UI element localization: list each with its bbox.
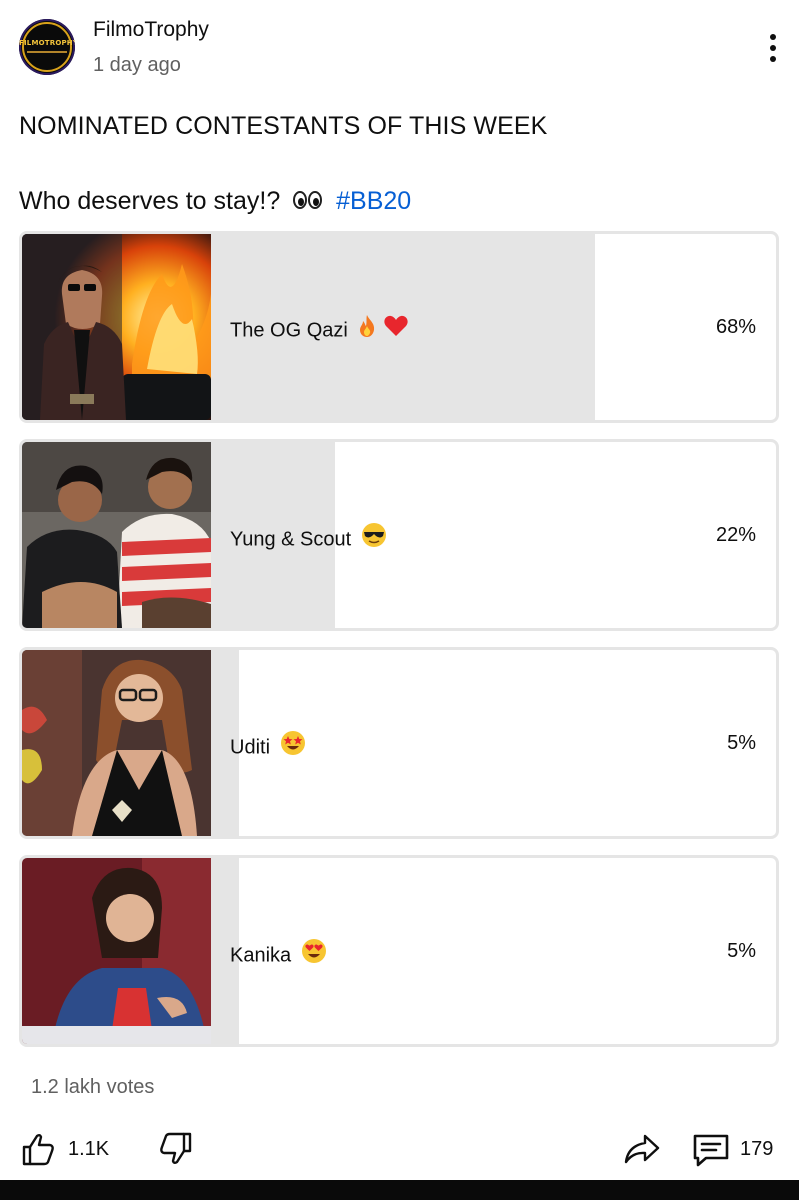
more-options-button[interactable] [760, 32, 786, 64]
poll-option-image-3 [22, 650, 211, 836]
poll-option-image-4 [22, 858, 211, 1044]
poll-option-percent-4: 5% [727, 940, 756, 962]
poll-option-image-2 [22, 442, 211, 628]
poll-option-percent-1: 68% [715, 316, 756, 338]
like-button[interactable] [20, 1131, 56, 1167]
system-nav-bar [0, 1180, 799, 1200]
like-count: 1.1K [68, 1138, 110, 1160]
post-question-line: Who deserves to stay!? #BB20 [19, 187, 411, 216]
poll-option-percent-2: 22% [715, 524, 756, 546]
poll-option-label-3: Uditi [230, 730, 306, 764]
avatar-ring [22, 22, 72, 72]
sunglasses-face-icon [361, 522, 387, 554]
hashtag-link[interactable]: #BB20 [336, 187, 411, 215]
avatar-logo-text: FILMOTROPHY [19, 39, 75, 47]
avatar-logo-underline [27, 51, 67, 53]
poll-option-image-1 [22, 234, 211, 420]
post-title: NOMINATED CONTESTANTS OF THIS WEEK [19, 112, 548, 140]
star-struck-face-icon [280, 730, 306, 762]
share-arrow-icon [624, 1134, 660, 1164]
post-question: Who deserves to stay!? [19, 187, 281, 215]
heart-eyes-face-icon [301, 938, 327, 970]
red-heart-icon [383, 314, 409, 344]
post-time: 1 day ago [93, 54, 181, 76]
share-button[interactable] [623, 1131, 661, 1167]
poll-option-label-1: The OG Qazi [230, 314, 409, 346]
vote-count: 1.2 lakh votes [31, 1076, 155, 1098]
thumbs-up-icon [22, 1134, 54, 1166]
channel-name[interactable]: FilmoTrophy [93, 18, 209, 42]
post-header: FILMOTROPHY FilmoTrophy 1 day ago [0, 0, 799, 95]
channel-avatar[interactable]: FILMOTROPHY [19, 19, 75, 75]
comment-bubble-icon [693, 1134, 729, 1167]
poll-option-percent-3: 5% [727, 732, 756, 754]
comment-button[interactable] [692, 1131, 730, 1169]
more-dot-icon [770, 45, 776, 51]
poll-option-label-4: Kanika [230, 938, 327, 972]
poll-option-2[interactable]: Yung & Scout 22% [19, 439, 779, 631]
action-bar: 1.1K 179 [0, 1122, 799, 1178]
dislike-button[interactable] [158, 1131, 194, 1167]
more-dot-icon [770, 56, 776, 62]
fire-icon [357, 314, 377, 344]
poll-option-3[interactable]: Uditi 5% [19, 647, 779, 839]
more-dot-icon [770, 34, 776, 40]
thumbs-down-icon [160, 1132, 192, 1164]
poll-option-1[interactable]: The OG Qazi 68% [19, 231, 779, 423]
eyes-emoji-icon [291, 191, 325, 210]
poll-option-4[interactable]: Kanika 5% [19, 855, 779, 1047]
poll-option-label-2: Yung & Scout [230, 522, 387, 556]
comment-count: 179 [740, 1138, 774, 1160]
